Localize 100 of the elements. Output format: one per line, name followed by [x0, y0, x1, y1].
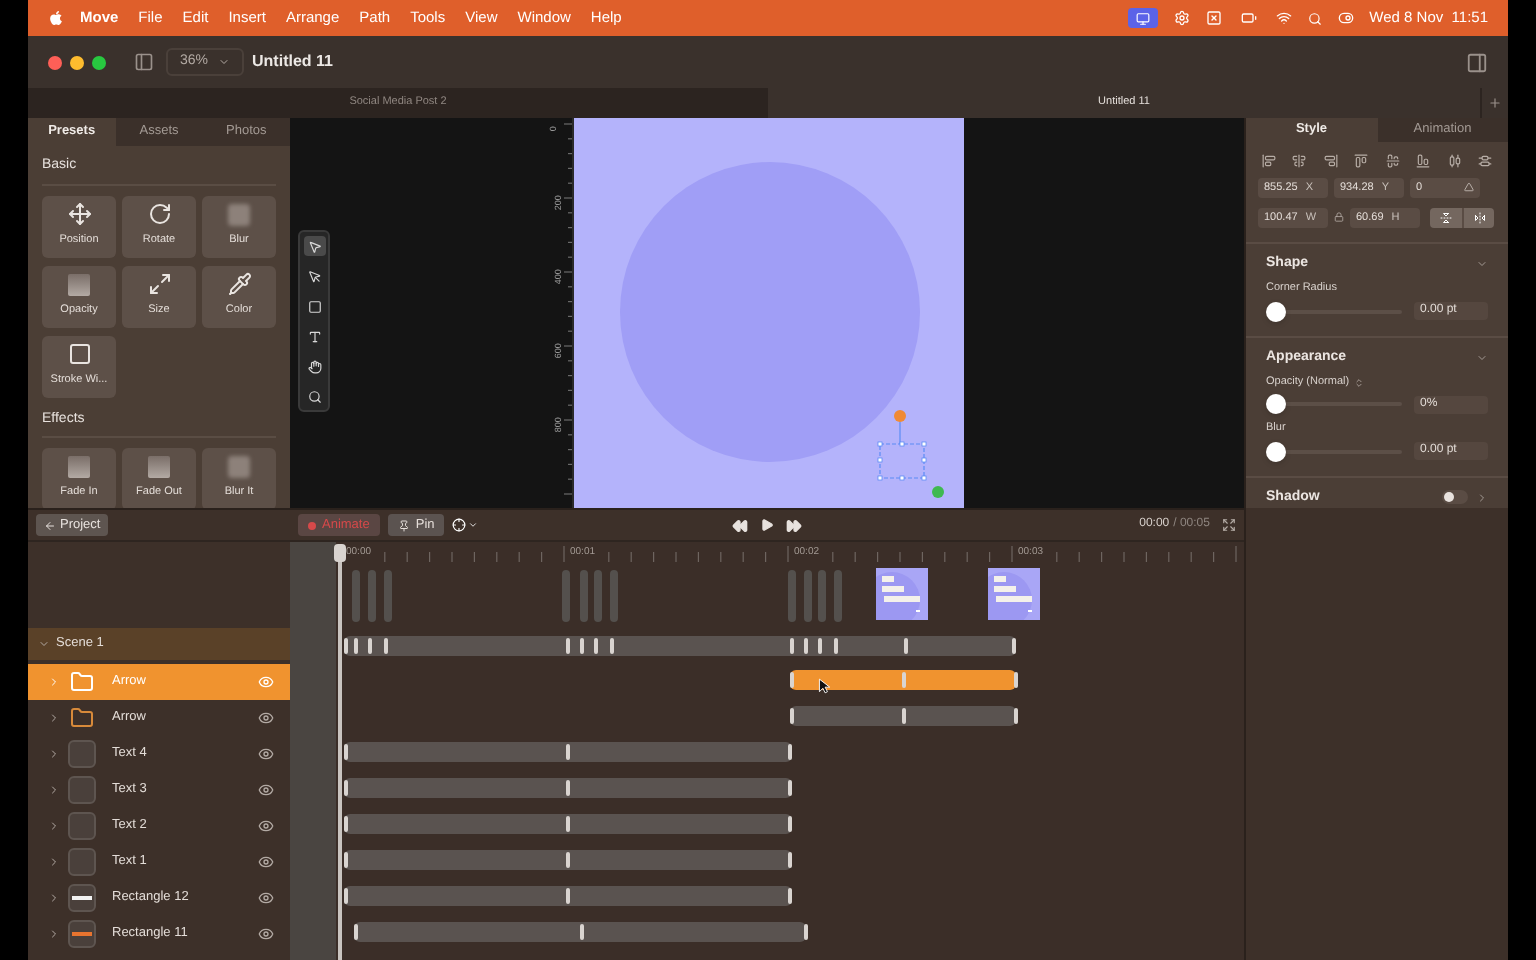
flip-vertical-button[interactable] — [1430, 207, 1462, 228]
align-icon[interactable] — [1477, 153, 1492, 168]
keyframe-marker[interactable] — [834, 638, 838, 654]
keyframe-marker[interactable] — [904, 638, 908, 654]
wifi-icon[interactable] — [1275, 10, 1292, 26]
keyframe-marker[interactable] — [790, 708, 794, 724]
toggle-icon[interactable] — [1337, 10, 1354, 26]
close-button[interactable] — [48, 55, 62, 69]
chevron-right-icon[interactable] — [48, 856, 60, 868]
timeline-clip[interactable] — [344, 636, 1016, 656]
keyframe-marker[interactable] — [344, 638, 348, 654]
expand-icon[interactable] — [1221, 518, 1236, 532]
battery-icon[interactable] — [1237, 10, 1260, 26]
keyframe-marker[interactable] — [1014, 672, 1018, 688]
keyframe-marker[interactable] — [788, 852, 792, 868]
keyframe-marker[interactable] — [566, 888, 570, 904]
play-icon[interactable] — [759, 518, 774, 532]
timeline-clip[interactable] — [344, 778, 792, 798]
chevron-right-icon[interactable] — [48, 820, 60, 832]
gear-icon[interactable] — [1173, 10, 1190, 26]
timeline-clip[interactable] — [344, 742, 792, 762]
align-icon[interactable] — [1262, 153, 1276, 168]
keyframe-marker[interactable] — [344, 744, 348, 760]
keyframe-marker[interactable] — [368, 638, 372, 654]
chevron-right-icon[interactable] — [1476, 491, 1488, 504]
keyframe-marker[interactable] — [344, 816, 348, 832]
x-square-icon[interactable] — [1205, 10, 1222, 26]
timeline-clip[interactable] — [790, 706, 1016, 726]
chevron-right-icon[interactable] — [48, 712, 60, 724]
keyframe-marker[interactable] — [344, 852, 348, 868]
playhead-handle[interactable] — [334, 544, 346, 562]
chevron-down-icon[interactable] — [1476, 258, 1488, 270]
eye-icon[interactable] — [258, 746, 274, 762]
eye-icon[interactable] — [258, 854, 274, 870]
apple-icon[interactable] — [48, 10, 64, 26]
keyframe-marker[interactable] — [384, 638, 388, 654]
zoom-button[interactable] — [92, 55, 106, 69]
chevron-right-icon[interactable] — [48, 748, 60, 760]
eye-icon[interactable] — [258, 890, 274, 906]
align-icon[interactable] — [1416, 153, 1431, 168]
timeline-clip[interactable] — [790, 670, 1016, 690]
timeline-clip[interactable] — [344, 886, 792, 906]
minimize-button[interactable] — [70, 55, 84, 69]
keyframe-marker[interactable] — [1012, 638, 1016, 654]
eye-icon[interactable] — [258, 818, 274, 834]
keyframe-marker[interactable] — [788, 780, 792, 796]
align-icon[interactable] — [1385, 153, 1400, 168]
sidebar-icon[interactable] — [1466, 51, 1488, 73]
eye-icon[interactable] — [258, 782, 274, 798]
timeline-clip[interactable] — [344, 814, 792, 834]
keyframe-marker[interactable] — [566, 816, 570, 832]
keyframe-marker[interactable] — [580, 924, 584, 940]
keyframe-marker[interactable] — [1014, 708, 1018, 724]
slider-thumb[interactable] — [1266, 394, 1286, 415]
keyframe-marker[interactable] — [594, 638, 598, 654]
keyframe-marker[interactable] — [902, 672, 906, 688]
up-down-icon[interactable] — [1353, 377, 1364, 388]
lock-icon[interactable] — [1334, 212, 1344, 223]
keyframe-marker[interactable] — [788, 744, 792, 760]
eye-icon[interactable] — [258, 710, 274, 726]
keyframe-marker[interactable] — [354, 638, 358, 654]
align-icon[interactable] — [1323, 153, 1338, 168]
align-icon[interactable] — [1447, 153, 1462, 168]
blur-icon — [228, 456, 250, 479]
fast-forward-icon[interactable] — [785, 517, 802, 533]
keyframe-marker[interactable] — [790, 638, 794, 654]
keyframe-marker[interactable] — [344, 780, 348, 796]
chevron-right-icon[interactable] — [48, 928, 60, 940]
keyframe-marker[interactable] — [566, 638, 570, 654]
align-icon[interactable] — [1354, 153, 1369, 168]
slider-thumb[interactable] — [1266, 301, 1286, 321]
chevron-down-icon[interactable] — [1476, 351, 1488, 364]
chevron-right-icon[interactable] — [48, 784, 60, 796]
screen-share-icon[interactable] — [1127, 8, 1158, 28]
align-icon[interactable] — [1292, 153, 1307, 168]
keyframe-marker[interactable] — [804, 638, 808, 654]
chevron-right-icon[interactable] — [48, 892, 60, 904]
sidebar-icon[interactable] — [134, 52, 154, 72]
keyframe-marker[interactable] — [818, 638, 822, 654]
keyframe-marker[interactable] — [566, 852, 570, 868]
eye-icon[interactable] — [258, 926, 274, 942]
keyframe-marker[interactable] — [902, 708, 906, 724]
timeline-clip[interactable] — [344, 850, 792, 870]
chevron-down-icon[interactable] — [38, 638, 50, 650]
keyframe-marker[interactable] — [790, 672, 794, 688]
keyframe-marker[interactable] — [580, 638, 584, 654]
keyframe-marker[interactable] — [566, 780, 570, 796]
keyframe-marker[interactable] — [344, 888, 348, 904]
keyframe-marker[interactable] — [566, 744, 570, 760]
keyframe-marker[interactable] — [354, 924, 358, 940]
keyframe-marker[interactable] — [788, 888, 792, 904]
rewind-icon[interactable] — [731, 517, 748, 533]
keyframe-marker[interactable] — [804, 924, 808, 940]
toggle-switch[interactable] — [1442, 490, 1468, 505]
slider-thumb[interactable] — [1266, 441, 1286, 461]
keyframe-menu-button[interactable] — [452, 518, 479, 532]
keyframe-marker[interactable] — [610, 638, 614, 654]
timeline-clip[interactable] — [354, 922, 806, 942]
flip-horizontal-button[interactable] — [1462, 207, 1494, 228]
keyframe-marker[interactable] — [788, 816, 792, 832]
